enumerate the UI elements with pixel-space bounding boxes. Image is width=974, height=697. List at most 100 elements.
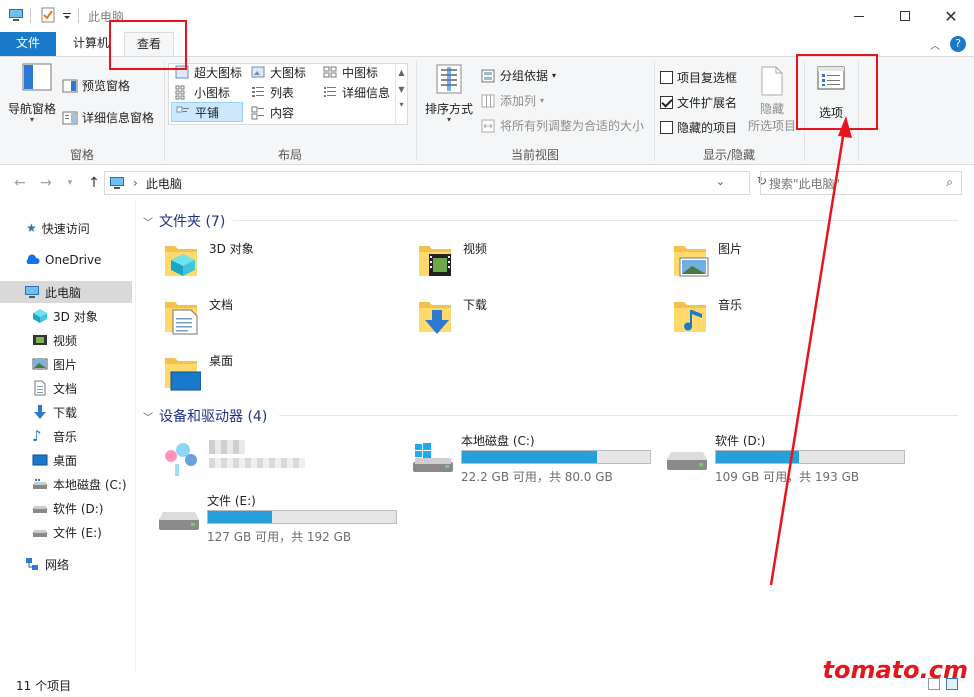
sidebar-item-label: 视频 [53,333,78,348]
layout-gallery-scroll[interactable]: ▲ ▼ ▾ [395,64,407,124]
drive-icon [159,512,199,530]
minimize-button[interactable] [836,0,882,32]
layout-details[interactable]: 详细信息 [319,82,393,102]
close-button[interactable]: ✕ [928,0,974,32]
address-path[interactable]: 此电脑 [146,175,182,192]
layout-tiles[interactable]: 平铺 [171,102,243,122]
section-divider [279,415,958,416]
hide-selected-button[interactable]: 隐藏 所选项目 [746,65,798,134]
layout-label: 列表 [270,85,295,100]
chevron-down-icon[interactable]: ﹀ [143,409,153,424]
search-box[interactable]: 搜索"此电脑" ⌕ [760,171,962,195]
sidebar-item-pictures[interactable]: 图片 [0,353,132,375]
maximize-button[interactable] [882,0,928,32]
computer-icon [9,9,23,21]
download-icon [34,405,46,419]
address-bar[interactable]: › 此电脑 ⌄ ↻ [104,171,767,195]
preview-pane-button[interactable]: 预览窗格 [62,77,130,94]
pixelated-label [209,458,305,468]
layout-label: 超大图标 [194,65,243,80]
forward-button[interactable]: → [36,174,56,192]
drive-info: 22.2 GB 可用，共 80.0 GB [461,470,613,484]
file-extensions-toggle[interactable]: 文件扩展名 [660,94,737,111]
folder-pictures[interactable]: 图片 [670,240,742,280]
search-icon[interactable]: ⌕ [946,175,953,190]
folders-section-header[interactable]: ﹀ 文件夹 (7) [143,211,225,231]
hidden-items-toggle[interactable]: 隐藏的项目 [660,119,737,136]
hide-selected-label-2: 所选项目 [747,119,796,133]
tab-file[interactable]: 文件 [0,32,56,56]
sidebar-item-videos[interactable]: 视频 [0,329,132,351]
sidebar-item-music[interactable]: ♪ 音乐 [0,425,132,447]
windows-drive-icon [413,443,453,472]
layout-list[interactable]: 列表 [247,82,297,102]
recent-locations-button[interactable]: ▾ [60,174,80,192]
sidebar-item-documents[interactable]: 文档 [0,377,132,399]
pane-group-label: 窗格 [69,148,94,162]
devices-section-header[interactable]: ﹀ 设备和驱动器 (4) [143,406,267,426]
file-extensions-checkbox[interactable] [660,96,673,109]
drive-icon [667,452,707,470]
folder-desktop[interactable]: 桌面 [161,352,233,392]
drive-d[interactable]: 软件 (D:) 109 GB 可用，共 193 GB [665,432,925,484]
collapse-ribbon-icon[interactable]: ︿ [930,37,940,52]
item-checkboxes-checkbox[interactable] [660,71,673,84]
up-button[interactable]: ↑ [84,174,104,192]
preview-pane-icon [62,79,78,92]
sidebar-item-desktop[interactable]: 桌面 [0,449,132,471]
add-columns-label: 添加列 [500,94,537,108]
drive-c[interactable]: 本地磁盘 (C:) 22.2 GB 可用，共 80.0 GB [411,432,671,484]
cloud-icon [26,254,40,264]
chevron-down-icon[interactable]: ﹀ [143,214,153,229]
layout-group-label: 布局 [277,148,302,162]
fit-columns-button[interactable]: 将所有列调整为合适的大小 [480,117,644,134]
sidebar-item-3d-objects[interactable]: 3D 对象 [0,305,132,327]
item-checkboxes-toggle[interactable]: 项目复选框 [660,69,737,86]
hidden-items-checkbox[interactable] [660,121,673,134]
folder-3d-objects[interactable]: 3D 对象 [161,240,254,280]
device-icon [165,443,197,476]
folder-documents[interactable]: 文档 [161,296,233,336]
folder-downloads[interactable]: 下载 [415,296,487,336]
section-divider [233,220,958,221]
folder-label: 下载 [463,298,488,312]
obscured-device[interactable] [161,436,311,484]
sort-icon [436,64,462,94]
sidebar-item-drive-c[interactable]: 本地磁盘 (C:) [0,473,132,495]
desktop-folder-icon [165,358,201,391]
layout-medium-icons[interactable]: 中图标 [319,62,381,82]
file-extensions-label: 文件扩展名 [677,96,738,110]
folder-music[interactable]: 音乐 [670,296,742,336]
properties-icon[interactable] [40,7,56,23]
sidebar-item-network[interactable]: 网络 [0,553,132,575]
add-columns-button[interactable]: 添加列 ▾ [480,92,544,109]
sidebar-item-drive-e[interactable]: 文件 (E:) [0,521,132,543]
sidebar-item-quick-access[interactable]: ★ 快速访问 [0,217,132,239]
group-by-button[interactable]: 分组依据 ▾ [480,67,556,84]
back-button[interactable]: ← [10,174,30,192]
customize-quick-access-icon[interactable] [62,7,72,23]
current-view-group-label: 当前视图 [510,148,559,162]
layout-large-icons[interactable]: 大图标 [247,62,309,82]
layout-label: 中图标 [342,65,379,80]
watermark: tomato.cm [822,656,968,684]
network-icon [26,558,38,570]
help-icon[interactable]: ? [950,36,966,52]
sidebar-item-drive-d[interactable]: 软件 (D:) [0,497,132,519]
sidebar-item-onedrive[interactable]: OneDrive [0,249,132,271]
layout-gallery: 超大图标 大图标 中图标 小图标 列表 详细信息 平铺 内容 ▲ ▼ ▾ [168,63,408,125]
folder-label: 3D 对象 [209,242,254,256]
layout-small-icons[interactable]: 小图标 [171,82,233,102]
details-pane-button[interactable]: 详细信息窗格 [62,109,154,126]
sidebar-item-downloads[interactable]: 下载 [0,401,132,423]
address-dropdown-icon[interactable]: ⌄ [716,175,725,188]
folder-label: 图片 [718,242,743,256]
drive-label: 文件 (E:) [207,494,256,508]
layout-content[interactable]: 内容 [247,102,297,122]
sort-by-button[interactable]: 排序方式 ▾ [420,63,478,124]
drive-e[interactable]: 文件 (E:) 127 GB 可用，共 192 GB [157,492,417,544]
folder-videos[interactable]: 视频 [415,240,487,280]
navigation-pane-button[interactable]: 导航窗格 ▾ [6,63,58,124]
sidebar-item-this-pc[interactable]: 此电脑 [0,281,132,303]
cube-icon [33,309,47,323]
